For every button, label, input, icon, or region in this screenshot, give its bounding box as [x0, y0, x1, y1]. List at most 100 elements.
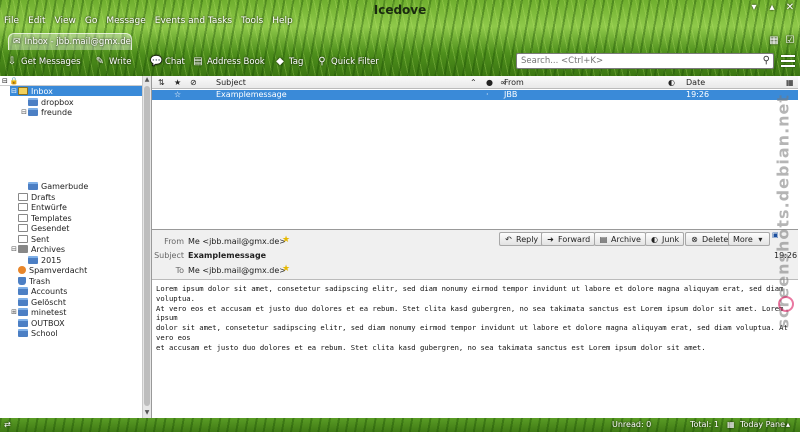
- junk-status-icon[interactable]: ◐: [668, 78, 675, 87]
- twisty-icon[interactable]: ⊟: [10, 87, 18, 95]
- reply-icon: ↶: [505, 234, 512, 244]
- watermark: screenshots.debian.net: [772, 93, 793, 330]
- folder-inbox[interactable]: ⊟ Inbox: [10, 86, 142, 96]
- search-icon[interactable]: ⚲: [763, 55, 770, 66]
- folder-school[interactable]: School: [10, 328, 152, 338]
- folder-entwuerfe[interactable]: Entwürfe: [10, 202, 152, 212]
- chevron-up-icon[interactable]: ▴: [786, 420, 790, 429]
- read-status-icon[interactable]: ·: [486, 90, 489, 99]
- minimize-icon[interactable]: ▾: [748, 2, 760, 14]
- thread-column-icon[interactable]: ⇅: [158, 78, 165, 87]
- to-value[interactable]: Me <jbb.mail@gmx.de>: [188, 266, 286, 275]
- menu-go[interactable]: Go: [85, 16, 97, 30]
- twisty-icon[interactable]: ⊟: [20, 108, 28, 116]
- app-menu-button[interactable]: [781, 55, 795, 67]
- write-button[interactable]: ✎ Write: [94, 55, 132, 69]
- star-column-icon[interactable]: ★: [174, 78, 181, 87]
- search-box[interactable]: ⚲: [516, 53, 774, 69]
- more-button[interactable]: More ▾: [728, 232, 770, 246]
- column-header: ⇅ ★ ⊘ Subject ⌃ ● ∞ From ◐ Date ▦: [152, 76, 798, 89]
- folder-sent[interactable]: Sent: [10, 234, 152, 244]
- folder-gamerbude[interactable]: Gamerbude: [20, 181, 162, 191]
- archive-button[interactable]: ▤ Archive: [594, 232, 646, 246]
- folder-label: School: [31, 328, 58, 338]
- twisty-icon[interactable]: ⊞: [10, 308, 18, 316]
- junk-icon: [18, 266, 26, 274]
- scrollbar-thumb[interactable]: [144, 86, 150, 406]
- calendar-icon[interactable]: ▦: [768, 35, 780, 47]
- folder-freunde[interactable]: ⊟ freunde: [20, 107, 162, 117]
- maximize-icon[interactable]: ▴: [766, 2, 778, 14]
- folder-spamverdacht[interactable]: Spamverdacht: [10, 265, 152, 275]
- attachment-column-icon[interactable]: ⊘: [190, 78, 197, 87]
- tab-inbox[interactable]: ✉ Inbox - jbb.mail@gmx.de: [8, 33, 132, 50]
- tab-inbox-label: Inbox - jbb.mail@gmx.de: [24, 37, 131, 47]
- folder-accounts[interactable]: Accounts: [10, 286, 152, 296]
- from-value[interactable]: Me <jbb.mail@gmx.de>: [188, 237, 286, 246]
- watermark-text: screenshots.debian.net: [773, 93, 793, 329]
- menu-file[interactable]: File: [4, 16, 19, 30]
- calendar-icon: ▦: [727, 420, 735, 429]
- table-row[interactable]: ☆ Examplemessage · JBB 19:26: [152, 90, 798, 100]
- menu-view[interactable]: View: [55, 16, 76, 30]
- from-column[interactable]: From: [504, 78, 524, 87]
- reply-label: Reply: [516, 234, 539, 244]
- download-icon: ⇩: [7, 56, 17, 67]
- folder-templates[interactable]: Templates: [10, 213, 152, 223]
- read-column-icon[interactable]: ●: [486, 78, 493, 87]
- get-messages-button[interactable]: ⇩ Get Messages: [6, 55, 81, 69]
- menu-tools[interactable]: Tools: [241, 16, 263, 30]
- menu-help[interactable]: Help: [272, 16, 293, 30]
- folder-minetest[interactable]: ⊞ minetest: [10, 307, 152, 317]
- scroll-down-icon[interactable]: ▼: [143, 409, 151, 416]
- tasks-icon[interactable]: ☑: [784, 35, 796, 47]
- star-icon[interactable]: ☆: [174, 90, 181, 99]
- pencil-icon: ✎: [95, 56, 105, 67]
- close-icon[interactable]: ✕: [784, 2, 796, 14]
- chat-button[interactable]: 💬 Chat: [150, 55, 185, 69]
- folder-geloescht[interactable]: Gelöscht: [10, 297, 152, 307]
- folder-2015[interactable]: 2015: [20, 255, 162, 265]
- twisty-icon[interactable]: ⊟: [10, 245, 18, 253]
- delete-icon: ⊗: [691, 234, 698, 244]
- today-pane-toggle[interactable]: Today Pane: [740, 420, 785, 429]
- star-icon[interactable]: ★: [282, 235, 290, 245]
- templates-icon: [18, 214, 28, 222]
- column-picker-icon[interactable]: ▦: [786, 78, 794, 87]
- folder-label: OUTBOX: [31, 318, 65, 328]
- folder-dropbox[interactable]: dropbox: [20, 97, 162, 107]
- tab-bar: ✉ Inbox - jbb.mail@gmx.de ▦ ☑: [0, 30, 800, 50]
- menu-message[interactable]: Message: [106, 16, 145, 30]
- folder-outbox[interactable]: OUTBOX: [10, 318, 152, 328]
- folder-scrollbar[interactable]: ▲ ▼: [142, 76, 151, 418]
- scroll-up-icon[interactable]: ▲: [143, 76, 151, 83]
- forward-button[interactable]: ➜ Forward: [541, 232, 596, 246]
- tag-button[interactable]: ◆ Tag: [274, 55, 303, 69]
- collapse-icon[interactable]: ⊟: [2, 77, 8, 85]
- menu-edit[interactable]: Edit: [28, 16, 45, 30]
- junk-label: Junk: [662, 234, 680, 244]
- folder-archives[interactable]: ⊟ Archives: [10, 244, 152, 254]
- body-line: et accusam et justo duo dolores et ea re…: [156, 342, 706, 352]
- junk-button[interactable]: ◐ Junk: [645, 232, 685, 246]
- subject-column[interactable]: Subject: [216, 78, 246, 87]
- subject-label: Subject: [154, 251, 184, 260]
- menu-events-and-tasks[interactable]: Events and Tasks: [155, 16, 232, 30]
- outbox-icon: [18, 319, 28, 327]
- menu-bar-line: [781, 65, 795, 67]
- address-book-button[interactable]: ▤ Address Book: [192, 55, 264, 69]
- quick-filter-button[interactable]: ⚲ Quick Filter: [316, 55, 378, 69]
- star-icon[interactable]: ★: [282, 264, 290, 274]
- reply-button[interactable]: ↶ Reply: [499, 232, 544, 246]
- account-icon: 🔒: [9, 76, 19, 85]
- chat-icon: 💬: [150, 56, 163, 67]
- folder-label: Sent: [31, 234, 50, 244]
- search-input[interactable]: [521, 56, 751, 66]
- connection-icon[interactable]: ⇄: [4, 420, 11, 429]
- forward-icon: ➜: [547, 234, 554, 244]
- date-column[interactable]: Date: [686, 78, 705, 87]
- folder-gesendet[interactable]: Gesendet: [10, 223, 152, 233]
- folder-drafts[interactable]: Drafts: [10, 192, 152, 202]
- folder-trash[interactable]: Trash: [10, 276, 152, 286]
- delete-button[interactable]: ⊗ Delete: [685, 232, 734, 246]
